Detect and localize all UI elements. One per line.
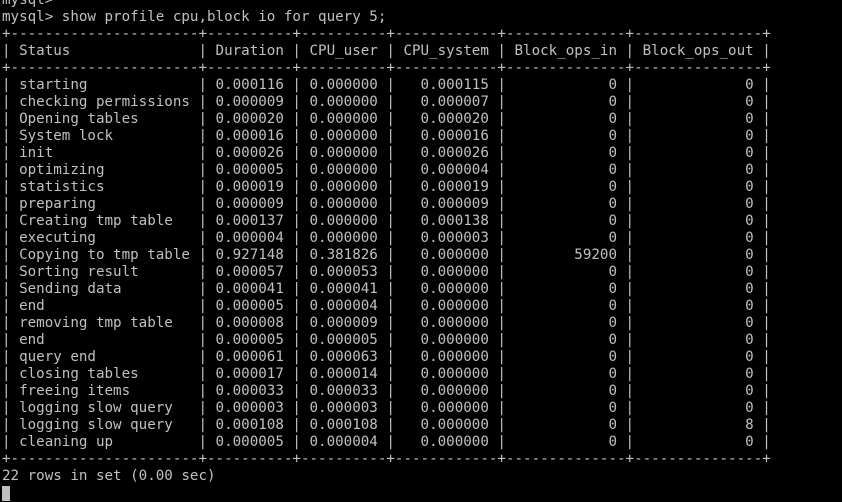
table-row: | Sending data | 0.000041 | 0.000041 | 0… [2, 281, 771, 297]
table-row: | Creating tmp table | 0.000137 | 0.0000… [2, 213, 771, 229]
table-row: | logging slow query | 0.000108 | 0.0001… [2, 417, 771, 433]
table-border-top: +----------------------+----------+-----… [2, 26, 771, 42]
table-row: | logging slow query | 0.000003 | 0.0000… [2, 400, 771, 416]
table-row: | System lock | 0.000016 | 0.000000 | 0.… [2, 128, 771, 144]
table-row: | cleaning up | 0.000005 | 0.000004 | 0.… [2, 434, 771, 450]
table-row: | Copying to tmp table | 0.927148 | 0.38… [2, 247, 771, 263]
cursor-line[interactable] [2, 485, 842, 502]
table-row: | checking permissions | 0.000009 | 0.00… [2, 94, 771, 110]
table-row: | query end | 0.000061 | 0.000063 | 0.00… [2, 349, 771, 365]
table-row: | executing | 0.000004 | 0.000000 | 0.00… [2, 230, 771, 246]
table-row: | removing tmp table | 0.000008 | 0.0000… [2, 315, 771, 331]
previous-prompt-line: mysql> [2, 0, 54, 8]
table-border-bottom: +----------------------+----------+-----… [2, 451, 771, 467]
text-cursor [2, 485, 10, 501]
table-border-header: +----------------------+----------+-----… [2, 60, 771, 76]
table-row: | optimizing | 0.000005 | 0.000000 | 0.0… [2, 162, 771, 178]
terminal-output: mysql> mysql> show profile cpu,block io … [2, 0, 842, 502]
table-row: | freeing items | 0.000033 | 0.000033 | … [2, 383, 771, 399]
table-row: | preparing | 0.000009 | 0.000000 | 0.00… [2, 196, 771, 212]
command-line: mysql> show profile cpu,block io for que… [2, 9, 387, 25]
table-row: | end | 0.000005 | 0.000005 | 0.000000 |… [2, 332, 771, 348]
table-row: | closing tables | 0.000017 | 0.000014 |… [2, 366, 771, 382]
table-row: | Sorting result | 0.000057 | 0.000053 |… [2, 264, 771, 280]
table-row: | Opening tables | 0.000020 | 0.000000 |… [2, 111, 771, 127]
result-summary: 22 rows in set (0.00 sec) [2, 468, 216, 484]
table-header: | Status | Duration | CPU_user | CPU_sys… [2, 43, 771, 59]
table-row: | end | 0.000005 | 0.000004 | 0.000000 |… [2, 298, 771, 314]
table-row: | starting | 0.000116 | 0.000000 | 0.000… [2, 77, 771, 93]
table-row: | statistics | 0.000019 | 0.000000 | 0.0… [2, 179, 771, 195]
table-body: | starting | 0.000116 | 0.000000 | 0.000… [2, 77, 842, 451]
terminal-window[interactable]: { "terminal": { "prev_prompt": "mysql>",… [0, 0, 842, 501]
table-row: | init | 0.000026 | 0.000000 | 0.000026 … [2, 145, 771, 161]
